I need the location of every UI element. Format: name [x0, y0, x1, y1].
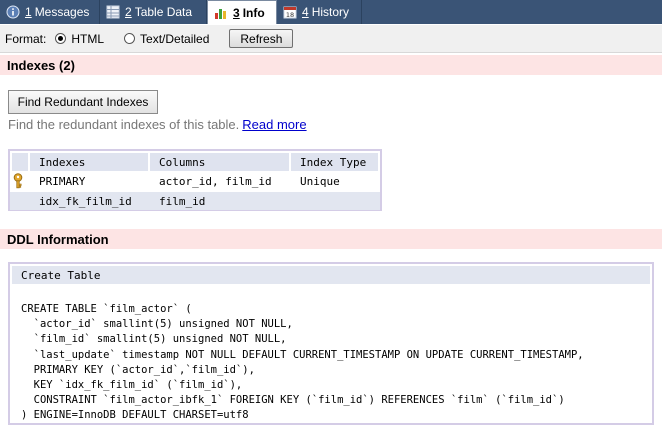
key-cell [12, 192, 30, 210]
info-icon [6, 5, 20, 19]
tab-label: History [311, 5, 350, 19]
key-icon [12, 173, 26, 189]
ddl-box: Create Table CREATE TABLE `film_actor` (… [8, 262, 654, 425]
key-cell [12, 172, 30, 190]
read-more-link[interactable]: Read more [242, 117, 306, 132]
format-text-label: Text/Detailed [140, 31, 210, 46]
radio-button[interactable] [124, 33, 136, 44]
index-columns: film_id [159, 194, 206, 208]
create-table-title: Create Table [12, 266, 650, 284]
table-header-row: Indexes Columns Index Type [10, 153, 380, 171]
tab-table-data[interactable]: 2 Table Data [100, 0, 207, 24]
tab-number: 4 [302, 5, 309, 19]
tab-messages[interactable]: 1 Messages [0, 0, 100, 24]
format-html-option[interactable]: HTML [55, 32, 104, 46]
tab-number: 2 [125, 5, 132, 19]
column-header-columns: Columns [150, 153, 291, 171]
table-icon [106, 5, 120, 19]
tab-label: Info [242, 5, 265, 20]
index-type: Unique [300, 174, 340, 188]
calendar-icon: 18 [283, 5, 297, 19]
tab-info[interactable]: 3 Info [207, 0, 277, 24]
indexes-table: Indexes Columns Index Type PRIMARY actor… [8, 149, 382, 211]
format-label: Format: [5, 31, 47, 46]
format-html-label: HTML [71, 31, 105, 46]
indexes-header: Indexes (2) [0, 55, 662, 75]
index-columns: actor_id, film_id [159, 174, 272, 188]
table-row[interactable]: idx_fk_film_id film_id [10, 192, 380, 210]
column-header-index-type: Index Type [291, 153, 380, 171]
find-redundant-description: Find the redundant indexes of this table… [8, 117, 307, 132]
tab-number: 1 [25, 5, 32, 19]
refresh-button[interactable]: Refresh [229, 29, 294, 48]
format-text-option[interactable]: Text/Detailed [124, 32, 209, 46]
svg-text:18: 18 [286, 11, 294, 19]
format-bar: Format: HTML Text/Detailed Refresh [0, 25, 662, 53]
index-type [291, 192, 380, 210]
index-name: PRIMARY [39, 174, 86, 188]
table-row[interactable]: PRIMARY actor_id, film_id Unique [10, 172, 380, 190]
info-chart-icon [214, 6, 228, 20]
column-header-indexes: Indexes [30, 153, 150, 171]
tab-label: Table Data [134, 5, 193, 19]
tab-number: 3 [233, 5, 240, 20]
find-redundant-indexes-button[interactable]: Find Redundant Indexes [8, 90, 158, 114]
tab-label: Messages [34, 5, 90, 19]
find-desc-text: Find the redundant indexes of this table… [8, 117, 240, 132]
radio-button[interactable] [55, 33, 67, 44]
table-header-cell [12, 153, 30, 171]
tab-bar: 1 Messages 2 Table Data 3 Info 18 4 Hist… [0, 0, 662, 24]
ddl-code: CREATE TABLE `film_actor` ( `actor_id` s… [21, 303, 584, 422]
index-name: idx_fk_film_id [39, 194, 132, 208]
tab-history[interactable]: 18 4 History [277, 0, 362, 24]
ddl-header: DDL Information [0, 229, 662, 249]
